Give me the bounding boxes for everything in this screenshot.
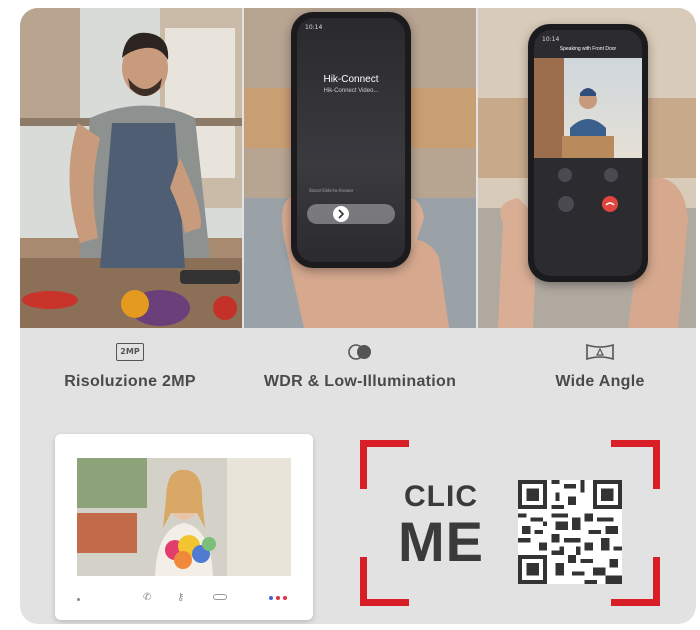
product-card: 10:14 Hik-Connect Hik-Connect Video... S…	[20, 8, 696, 624]
wide-angle-icon	[585, 343, 615, 361]
cta-line1: CLIC	[404, 480, 478, 513]
call-icon[interactable]: ✆	[143, 592, 151, 603]
hangup-icon	[605, 202, 615, 206]
slide-to-answer[interactable]	[307, 204, 395, 224]
phone-incoming: 10:14 Hik-Connect Hik-Connect Video... S…	[291, 12, 411, 268]
frame-corner	[360, 440, 409, 489]
man-cooking-illustration	[20, 8, 242, 328]
status-led-blue	[269, 596, 273, 600]
answer-hint: Stand-Slide-to-Answer	[309, 188, 354, 193]
phone-live: 10:14 Speaking with Front Door	[528, 24, 648, 282]
status-time: 10:14	[542, 36, 560, 43]
caller-subtitle: Hik-Connect Video...	[323, 88, 379, 94]
feature-resolution: 2MP Risoluzione 2MP	[40, 343, 220, 391]
feature-list: 2MP Risoluzione 2MP WDR & Low-Illuminati…	[20, 343, 696, 413]
2mp-icon: 2MP	[116, 343, 144, 361]
incoming-call-photo: 10:14 Hik-Connect Hik-Connect Video... S…	[244, 8, 476, 328]
feature-label: Wide Angle	[555, 373, 645, 390]
snapshot-button[interactable]	[604, 168, 618, 182]
hangup-button[interactable]	[602, 196, 618, 212]
status-led-red	[276, 596, 280, 600]
feature-wdr: WDR & Low-Illumination	[250, 343, 470, 391]
cta-line2: ME	[398, 510, 484, 573]
mic-button[interactable]	[558, 168, 572, 182]
status-led-red	[283, 596, 287, 600]
qr-code[interactable]	[518, 480, 622, 584]
feature-label: WDR & Low-Illumination	[263, 373, 457, 390]
mic-dot	[77, 598, 80, 601]
clic-me-qr[interactable]: CLIC ME	[360, 440, 660, 606]
status-time: 10:14	[305, 24, 323, 31]
slide-arrow-icon	[333, 206, 349, 222]
monitor-screen	[77, 458, 291, 576]
feature-label: Risoluzione 2MP	[64, 373, 196, 390]
unlock-icon[interactable]: ⚷	[177, 592, 184, 603]
caller-name: Hik-Connect	[323, 74, 379, 85]
indoor-monitor: ✆ ⚷	[55, 434, 313, 620]
kitchen-photo	[20, 8, 242, 328]
feature-wide-angle: Wide Angle	[520, 343, 680, 391]
live-video	[534, 58, 642, 158]
hangup-icon[interactable]	[213, 594, 227, 600]
wdr-icon	[345, 343, 375, 361]
live-title: Speaking with Front Door	[559, 46, 617, 52]
unlock-button[interactable]	[558, 196, 574, 212]
live-view-photo: 10:14 Speaking with Front Door	[478, 8, 696, 328]
